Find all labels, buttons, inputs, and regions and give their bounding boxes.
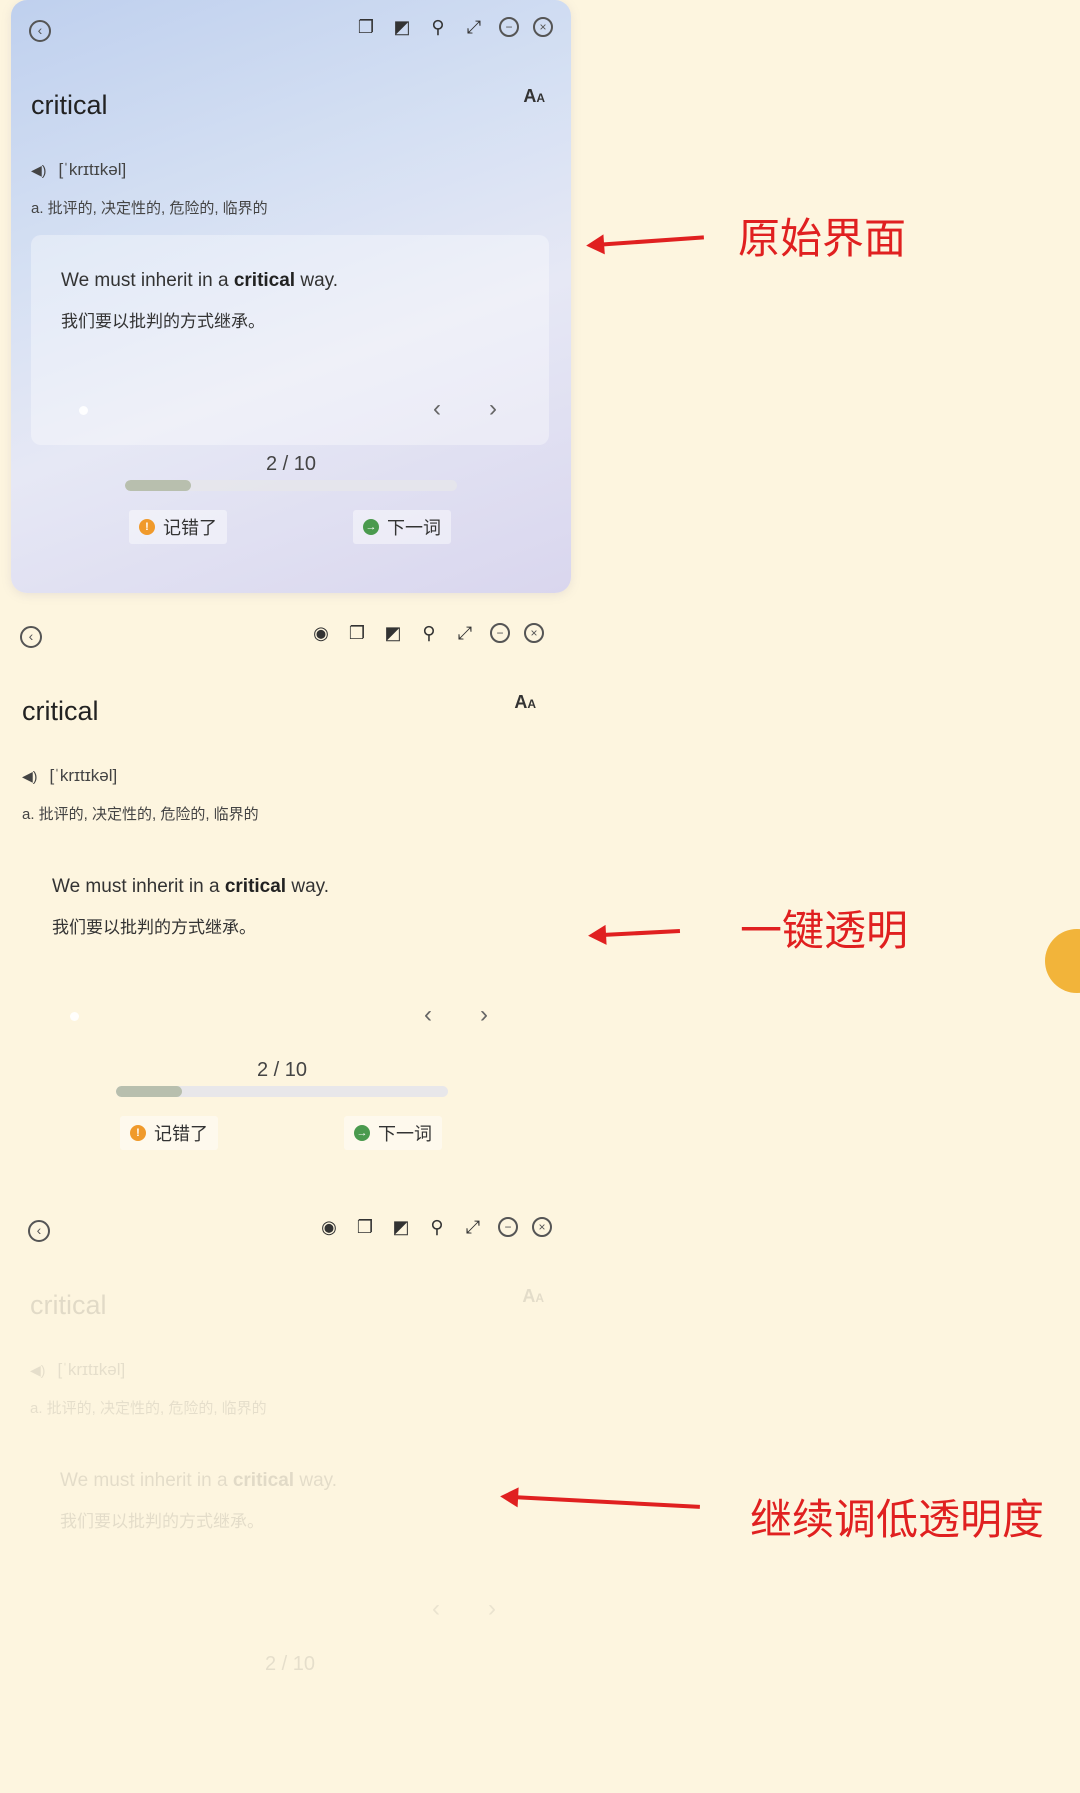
- minimize-icon[interactable]: −: [499, 17, 519, 37]
- prev-example-button[interactable]: ‹: [416, 1001, 440, 1029]
- next-example-button[interactable]: ›: [480, 1595, 504, 1623]
- progress-text: 2 / 10: [264, 1653, 316, 1675]
- eye-icon[interactable]: ◉: [310, 622, 332, 644]
- progress-text: 2 / 10: [256, 1059, 308, 1081]
- phonetic-row: ◀) [ˈkrɪtɪkəl]: [30, 1360, 125, 1380]
- next-word-button[interactable]: → 下一词: [353, 510, 451, 544]
- word-panel-original: ‹ ❐ ◩ ⚲ ⤢ − × critical AA ◀) [ˈkrɪtɪkəl]…: [11, 0, 571, 593]
- phonetic-row: ◀) [ˈkrɪtɪkəl]: [22, 766, 117, 786]
- pin-icon[interactable]: ⚲: [426, 1216, 448, 1238]
- contrast-icon[interactable]: ◩: [390, 1216, 412, 1238]
- minimize-icon[interactable]: −: [498, 1217, 518, 1237]
- next-word-button[interactable]: → 下一词: [344, 1116, 442, 1150]
- progress-bar: [125, 480, 457, 491]
- font-size-button[interactable]: AA: [514, 692, 536, 713]
- arrow-right-icon: →: [354, 1125, 370, 1141]
- copy-icon[interactable]: ❐: [355, 16, 377, 38]
- pin-icon[interactable]: ⚲: [418, 622, 440, 644]
- prev-example-button[interactable]: ‹: [425, 395, 449, 423]
- phonetic-row: ◀) [ˈkrɪtɪkəl]: [31, 160, 126, 180]
- example-nav: ‹ ›: [416, 1001, 496, 1029]
- next-example-button[interactable]: ›: [481, 395, 505, 423]
- word-panel-low-opacity: ‹ ◉ ❐ ◩ ⚲ ⤢ − × critical AA ◀) [ˈkrɪtɪkə…: [10, 1200, 570, 1793]
- pin-icon[interactable]: ⚲: [427, 16, 449, 38]
- annotation-arrow: [599, 235, 705, 247]
- close-icon[interactable]: ×: [524, 623, 544, 643]
- word-panel-transparent: ‹ ◉ ❐ ◩ ⚲ ⤢ − × critical AA ◀) [ˈkrɪtɪkə…: [2, 606, 562, 1199]
- definition: a. 批评的, 决定性的, 危险的, 临界的: [30, 1400, 267, 1417]
- example-sentence: We must inherit in a critical way.: [52, 876, 330, 897]
- contrast-icon[interactable]: ◩: [391, 16, 413, 38]
- contrast-icon[interactable]: ◩: [382, 622, 404, 644]
- prev-example-button[interactable]: ‹: [424, 1595, 448, 1623]
- example-sentence: We must inherit in a critical way.: [61, 270, 339, 291]
- word-title: critical: [30, 1290, 107, 1320]
- speaker-icon[interactable]: ◀): [31, 162, 46, 179]
- progress-fill: [125, 480, 192, 491]
- expand-icon[interactable]: ⤢: [454, 622, 476, 644]
- copy-icon[interactable]: ❐: [346, 622, 368, 644]
- speaker-icon[interactable]: ◀): [22, 768, 37, 785]
- definition: a. 批评的, 决定性的, 危险的, 临界的: [31, 200, 268, 217]
- next-example-button[interactable]: ›: [472, 1001, 496, 1029]
- example-translation: 我们要以批判的方式继承。: [60, 1512, 264, 1531]
- minimize-icon[interactable]: −: [490, 623, 510, 643]
- progress-bar: [116, 1086, 448, 1097]
- example-card: We must inherit in a critical way. 我们要以批…: [22, 841, 540, 1051]
- definition: a. 批评的, 决定性的, 危险的, 临界的: [22, 806, 259, 823]
- progress-text: 2 / 10: [265, 453, 317, 475]
- remembered-wrong-button[interactable]: ! 记错了: [129, 510, 227, 544]
- example-translation: 我们要以批判的方式继承。: [61, 312, 265, 331]
- expand-icon[interactable]: ⤢: [462, 1216, 484, 1238]
- phonetic: [ˈkrɪtɪkəl]: [57, 1360, 126, 1379]
- font-size-button[interactable]: AA: [522, 1286, 544, 1307]
- example-translation: 我们要以批判的方式继承。: [52, 918, 256, 937]
- back-icon[interactable]: ‹: [28, 1220, 50, 1242]
- warning-icon: !: [139, 519, 155, 535]
- annotation-arrow: [601, 928, 681, 938]
- speaker-icon[interactable]: ◀): [30, 1362, 45, 1379]
- annotation-label-transparent: 一键透明: [740, 906, 909, 955]
- annotation-label-original: 原始界面: [738, 214, 907, 263]
- example-nav: ‹ ›: [424, 1595, 504, 1623]
- pager-dot[interactable]: [79, 406, 88, 415]
- example-card: We must inherit in a critical way. 我们要以批…: [31, 235, 549, 445]
- remembered-wrong-button[interactable]: ! 记错了: [120, 1116, 218, 1150]
- word-title: critical: [31, 90, 108, 120]
- toolbar: ◉ ❐ ◩ ⚲ ⤢ − ×: [310, 622, 544, 644]
- phonetic: [ˈkrɪtɪkəl]: [58, 160, 127, 179]
- toolbar: ◉ ❐ ◩ ⚲ ⤢ − ×: [318, 1216, 552, 1238]
- arrow-right-icon: →: [363, 519, 379, 535]
- warning-icon: !: [130, 1125, 146, 1141]
- expand-icon[interactable]: ⤢: [463, 16, 485, 38]
- example-card: We must inherit in a critical way. 我们要以批…: [30, 1435, 548, 1645]
- copy-icon[interactable]: ❐: [354, 1216, 376, 1238]
- pager-dot[interactable]: [70, 1012, 79, 1021]
- example-sentence: We must inherit in a critical way.: [60, 1470, 338, 1491]
- close-icon[interactable]: ×: [532, 1217, 552, 1237]
- back-icon[interactable]: ‹: [20, 626, 42, 648]
- toolbar: ❐ ◩ ⚲ ⤢ − ×: [355, 16, 553, 38]
- progress-fill: [116, 1086, 183, 1097]
- phonetic: [ˈkrɪtɪkəl]: [49, 766, 118, 785]
- font-size-button[interactable]: AA: [523, 86, 545, 107]
- eye-icon[interactable]: ◉: [318, 1216, 340, 1238]
- close-icon[interactable]: ×: [533, 17, 553, 37]
- word-title: critical: [22, 696, 99, 726]
- floating-ball[interactable]: [1045, 929, 1080, 993]
- example-nav: ‹ ›: [425, 395, 505, 423]
- back-icon[interactable]: ‹: [29, 20, 51, 42]
- annotation-label-low-opacity: 继续调低透明度: [750, 1495, 1045, 1544]
